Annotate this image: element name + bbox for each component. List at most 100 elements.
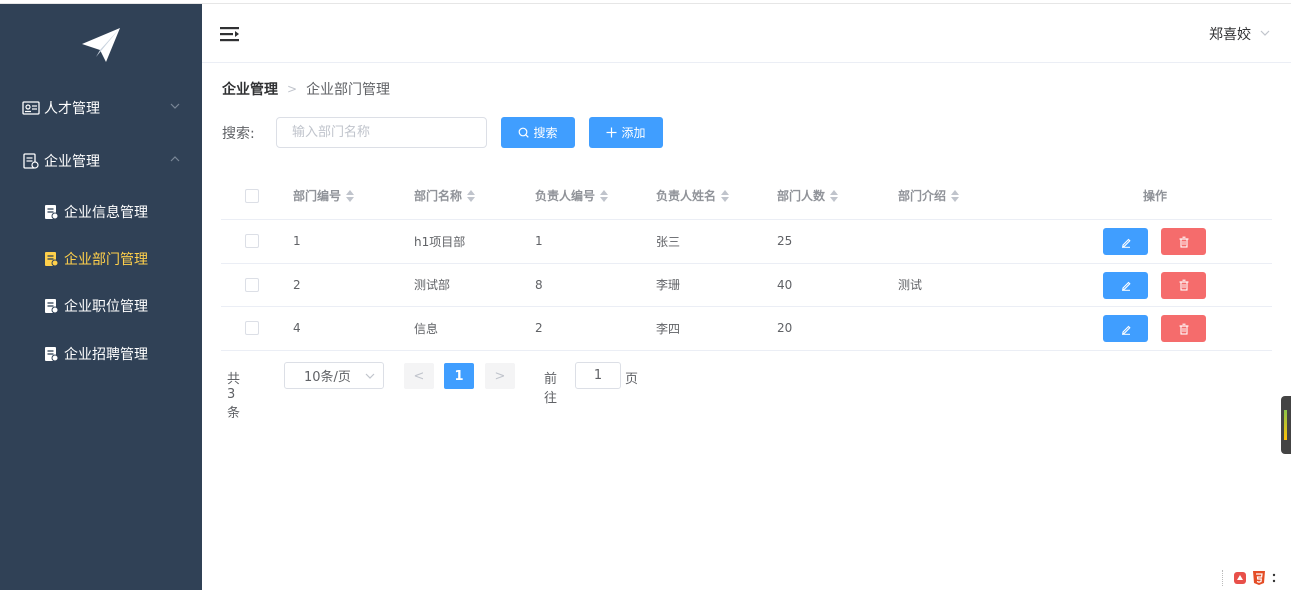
edit-button[interactable] xyxy=(1103,228,1148,255)
cell-member-count: 20 xyxy=(777,321,793,336)
submenu-label: 企业职位管理 xyxy=(64,299,148,315)
submenu-enterprise-info[interactable]: 企业信息管理 xyxy=(0,192,202,232)
talent-card-icon xyxy=(22,99,40,117)
menu-talent-management[interactable]: 人才管理 xyxy=(0,88,202,128)
edit-icon xyxy=(1121,325,1131,335)
department-table: 部门编号 部门名称 负责人编号 负责人姓名 部门人数 部门介绍 操作 1 h1项… xyxy=(221,172,1272,351)
enterprise-doc-icon xyxy=(22,152,40,170)
plus-icon xyxy=(606,127,617,138)
system-tray xyxy=(1222,568,1288,588)
delete-button[interactable] xyxy=(1161,315,1206,342)
column-header-leader-name[interactable]: 负责人姓名 xyxy=(656,172,731,219)
submenu-enterprise-recruitment[interactable]: 企业招聘管理 xyxy=(0,334,202,374)
cell-dept-id: 4 xyxy=(293,321,301,336)
department-search-input[interactable] xyxy=(276,117,487,148)
column-header-leader-id[interactable]: 负责人编号 xyxy=(535,172,610,219)
cell-leader-id: 2 xyxy=(535,321,543,336)
search-button[interactable]: 搜索 xyxy=(501,117,575,148)
chevron-down-icon[interactable] xyxy=(1260,29,1270,37)
submenu-enterprise-department[interactable]: 企业部门管理 xyxy=(0,239,202,279)
paper-plane-icon xyxy=(82,28,120,62)
submenu-label: 企业部门管理 xyxy=(64,252,148,268)
sort-icon[interactable] xyxy=(600,189,610,203)
floating-side-handle[interactable] xyxy=(1281,396,1291,454)
cell-dept-name: 测试部 xyxy=(414,278,451,293)
column-header-member-count[interactable]: 部门人数 xyxy=(777,172,840,219)
sort-icon[interactable] xyxy=(721,189,731,203)
sort-icon[interactable] xyxy=(830,189,840,203)
chevron-up-icon xyxy=(170,156,180,162)
sort-icon[interactable] xyxy=(346,189,356,203)
trash-icon xyxy=(1179,279,1188,291)
edit-button[interactable] xyxy=(1103,271,1148,299)
prev-page-button[interactable]: < xyxy=(404,363,434,389)
hamburger-icon[interactable] xyxy=(220,26,240,42)
goto-label: 前往 xyxy=(544,372,558,406)
column-header-dept-id[interactable]: 部门编号 xyxy=(293,172,356,219)
sort-icon[interactable] xyxy=(467,189,477,203)
column-header-label: 负责人姓名 xyxy=(656,189,717,203)
cell-leader-id: 1 xyxy=(535,234,543,249)
column-header-dept-intro[interactable]: 部门介绍 xyxy=(898,172,961,219)
chevron-down-icon xyxy=(365,373,375,379)
column-header-label: 操作 xyxy=(1143,189,1168,203)
document-icon xyxy=(43,298,59,314)
table-row: 1 h1项目部 1 张三 25 xyxy=(221,220,1272,264)
page-size-select[interactable]: 10条/页 xyxy=(284,362,384,389)
row-checkbox[interactable] xyxy=(245,234,259,249)
document-icon xyxy=(43,251,59,267)
sort-icon[interactable] xyxy=(951,189,961,203)
cell-leader-name: 李珊 xyxy=(656,278,681,293)
extension-icon[interactable] xyxy=(1233,571,1247,585)
column-header-label: 部门编号 xyxy=(293,189,342,203)
cell-member-count: 40 xyxy=(777,277,793,292)
table-row: 2 测试部 8 李珊 40 测试 xyxy=(221,264,1272,307)
cell-dept-id: 1 xyxy=(293,234,301,249)
cell-leader-id: 8 xyxy=(535,277,543,292)
column-header-label: 负责人编号 xyxy=(535,189,596,203)
add-button[interactable]: 添加 xyxy=(589,117,663,148)
tray-divider xyxy=(1222,570,1223,586)
delete-button[interactable] xyxy=(1161,271,1206,299)
submenu-label: 企业信息管理 xyxy=(64,205,148,221)
html5-icon[interactable] xyxy=(1251,570,1267,586)
add-button-label: 添加 xyxy=(621,126,646,140)
cell-dept-id: 2 xyxy=(293,277,301,292)
breadcrumb-separator: > xyxy=(287,82,298,96)
document-icon xyxy=(43,204,59,220)
cell-leader-name: 张三 xyxy=(656,234,681,249)
cell-dept-name: h1项目部 xyxy=(414,234,466,249)
row-checkbox[interactable] xyxy=(245,321,259,336)
column-header-dept-name[interactable]: 部门名称 xyxy=(414,172,477,219)
menu-enterprise-management[interactable]: 企业管理 xyxy=(0,141,202,181)
submenu-enterprise-position[interactable]: 企业职位管理 xyxy=(0,286,202,326)
sidebar: 人才管理 企业管理 企业信息管理 企业部门管理 企业职位管理 企业招聘管理 xyxy=(0,4,202,590)
top-header: 郑喜姣 xyxy=(202,4,1291,63)
page-number-current[interactable]: 1 xyxy=(444,363,474,389)
goto-suffix: 页 xyxy=(625,372,639,387)
pagination-total: 共 3 条 xyxy=(227,372,241,421)
goto-page-input[interactable] xyxy=(575,362,621,389)
cell-dept-intro: 测试 xyxy=(898,278,923,293)
breadcrumb-item-department-management: 企业部门管理 xyxy=(306,82,391,98)
table-row: 4 信息 2 李四 20 xyxy=(221,307,1272,351)
menu-label: 企业管理 xyxy=(44,154,100,170)
breadcrumb-item-enterprise-management[interactable]: 企业管理 xyxy=(222,79,278,99)
user-name[interactable]: 郑喜姣 xyxy=(1209,24,1251,44)
next-page-button[interactable]: > xyxy=(485,363,515,389)
edit-button[interactable] xyxy=(1103,315,1148,342)
more-vertical-icon[interactable] xyxy=(1271,571,1277,585)
edit-icon xyxy=(1121,281,1131,291)
cell-leader-name: 李四 xyxy=(656,321,681,336)
column-header-label: 部门人数 xyxy=(777,189,826,203)
breadcrumb: 企业管理 > 企业部门管理 xyxy=(222,79,390,99)
delete-button[interactable] xyxy=(1161,228,1206,255)
chevron-down-icon xyxy=(170,103,180,109)
search-icon xyxy=(518,127,530,138)
edit-icon xyxy=(1121,238,1131,248)
cell-member-count: 25 xyxy=(777,234,793,249)
menu-label: 人才管理 xyxy=(44,101,100,117)
select-all-checkbox[interactable] xyxy=(245,188,259,203)
row-checkbox[interactable] xyxy=(245,277,259,292)
search-button-label: 搜索 xyxy=(533,126,558,140)
